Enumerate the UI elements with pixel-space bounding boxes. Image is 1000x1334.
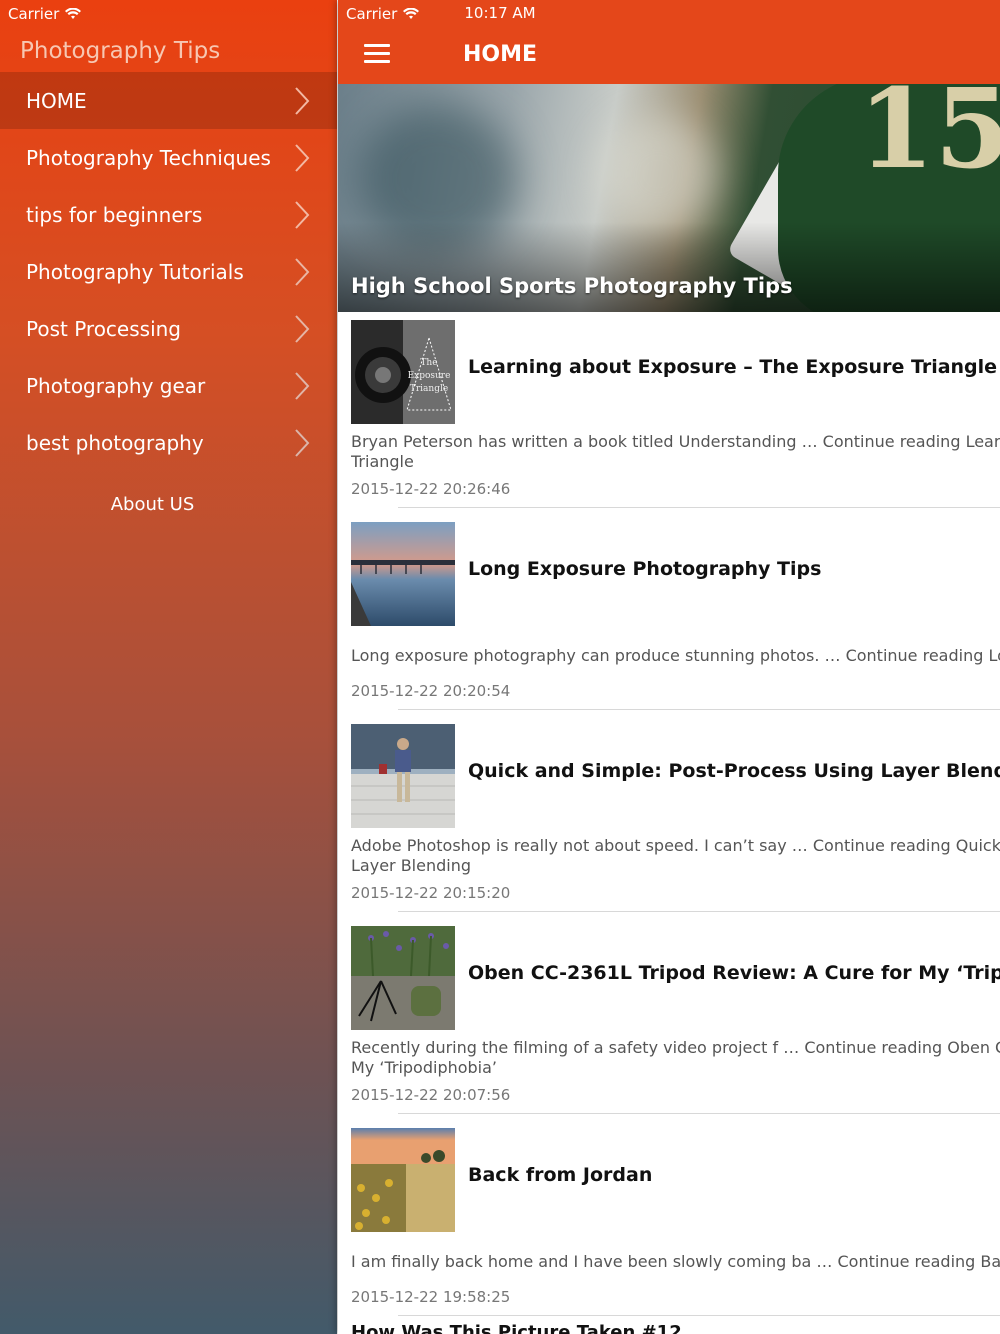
menu-item-label: Photography Techniques [26, 145, 271, 170]
article-list: The Exposure Triangle Learning about Exp… [338, 312, 1000, 1334]
featured-article-title: High School Sports Photography Tips [351, 274, 793, 298]
menu-item-label: Photography gear [26, 373, 206, 398]
menu-item-tips-for-beginners[interactable]: tips for beginners [0, 186, 337, 243]
divider [398, 1315, 1000, 1316]
navigation-bar: Carrier 10:17 AM HOME [338, 0, 1000, 84]
article-title: Long Exposure Photography Tips [468, 558, 822, 580]
article-date: 2015-12-22 19:58:25 [351, 1288, 511, 1306]
thumb-text: Exposure [408, 371, 451, 381]
article-date: 2015-12-22 20:15:20 [351, 884, 511, 902]
chevron-right-icon [295, 200, 310, 229]
article-item[interactable]: Long Exposure Photography Tips Long expo… [338, 514, 1000, 716]
menu-item-photography-tutorials[interactable]: Photography Tutorials [0, 243, 337, 300]
menu-item-label: Post Processing [26, 316, 181, 341]
hero-shade [338, 222, 1000, 312]
menu-item-best-photography[interactable]: best photography [0, 414, 337, 471]
article-title: Quick and Simple: Post-Process Using Lay… [468, 760, 1000, 782]
article-thumbnail [351, 1128, 455, 1232]
main-content: Carrier 10:17 AM HOME 15 High School Spo… [338, 0, 1000, 1334]
article-date: 2015-12-22 20:26:46 [351, 480, 511, 498]
chevron-right-icon [295, 143, 310, 172]
article-item[interactable]: Oben CC-2361L Tripod Review: A Cure for … [338, 918, 1000, 1120]
article-title: Oben CC-2361L Tripod Review: A Cure for … [468, 962, 1000, 984]
article-item[interactable]: How Was This Picture Taken #12 [338, 1322, 1000, 1334]
article-thumbnail [351, 522, 455, 626]
chevron-right-icon [295, 86, 310, 115]
excerpt-line: Long exposure photography can produce st… [351, 646, 1000, 665]
status-bar: Carrier [8, 0, 82, 28]
article-title: Back from Jordan [468, 1164, 653, 1186]
thumb-text: The [420, 358, 437, 368]
menu-item-post-processing[interactable]: Post Processing [0, 300, 337, 357]
chevron-right-icon [295, 257, 310, 286]
menu-item-label: tips for beginners [26, 202, 203, 227]
status-time: 10:17 AM [464, 4, 536, 22]
menu-item-label: best photography [26, 430, 204, 455]
menu-item-photography-techniques[interactable]: Photography Techniques [0, 129, 337, 186]
excerpt-line: Layer Blending [351, 856, 471, 875]
article-excerpt: Bryan Peterson has written a book titled… [351, 432, 1000, 472]
article-date: 2015-12-22 20:07:56 [351, 1086, 511, 1104]
excerpt-line: Adobe Photoshop is really not about spee… [351, 836, 1000, 855]
chevron-right-icon [295, 428, 310, 457]
about-us-link[interactable]: About US [0, 494, 305, 515]
thumb-text: Triangle [410, 384, 448, 394]
hero-image-background [598, 114, 718, 234]
article-thumbnail [351, 724, 455, 828]
sidebar-menu: Carrier Photography Tips HOME Photograph… [0, 0, 337, 1334]
article-title: How Was This Picture Taken #12 [351, 1322, 682, 1334]
article-excerpt: Long exposure photography can produce st… [351, 646, 1000, 666]
article-item[interactable]: Back from Jordan I am finally back home … [338, 1120, 1000, 1322]
excerpt-line: My ‘Tripodiphobia’ [351, 1058, 498, 1077]
article-thumbnail [351, 926, 455, 1030]
carrier-label: Carrier [8, 5, 60, 23]
excerpt-line: Recently during the filming of a safety … [351, 1038, 1000, 1057]
article-date: 2015-12-22 20:20:54 [351, 682, 511, 700]
menu-list: HOME Photography Techniques tips for beg… [0, 72, 337, 471]
chevron-right-icon [295, 314, 310, 343]
hero-jersey-number: 15 [858, 84, 1000, 193]
article-item[interactable]: Quick and Simple: Post-Process Using Lay… [338, 716, 1000, 918]
divider [398, 507, 1000, 508]
wifi-icon [65, 8, 82, 20]
excerpt-line: Bryan Peterson has written a book titled… [351, 432, 1000, 451]
divider [398, 911, 1000, 912]
article-excerpt: Recently during the filming of a safety … [351, 1038, 1000, 1078]
excerpt-line: Triangle [351, 452, 414, 471]
divider [398, 709, 1000, 710]
article-excerpt: Adobe Photoshop is really not about spee… [351, 836, 1000, 876]
chevron-right-icon [295, 371, 310, 400]
article-title: Learning about Exposure – The Exposure T… [468, 356, 998, 378]
menu-item-label: HOME [26, 88, 87, 113]
excerpt-line: I am finally back home and I have been s… [351, 1252, 1000, 1271]
article-item[interactable]: The Exposure Triangle Learning about Exp… [338, 312, 1000, 514]
menu-item-home[interactable]: HOME [0, 72, 337, 129]
featured-article-banner[interactable]: 15 High School Sports Photography Tips [338, 84, 1000, 312]
article-thumbnail: The Exposure Triangle [351, 320, 455, 424]
menu-item-label: Photography Tutorials [26, 259, 244, 284]
article-excerpt: I am finally back home and I have been s… [351, 1252, 1000, 1272]
page-title: HOME [462, 42, 538, 67]
menu-item-photography-gear[interactable]: Photography gear [0, 357, 337, 414]
divider [398, 1113, 1000, 1114]
app-title: Photography Tips [20, 38, 221, 64]
